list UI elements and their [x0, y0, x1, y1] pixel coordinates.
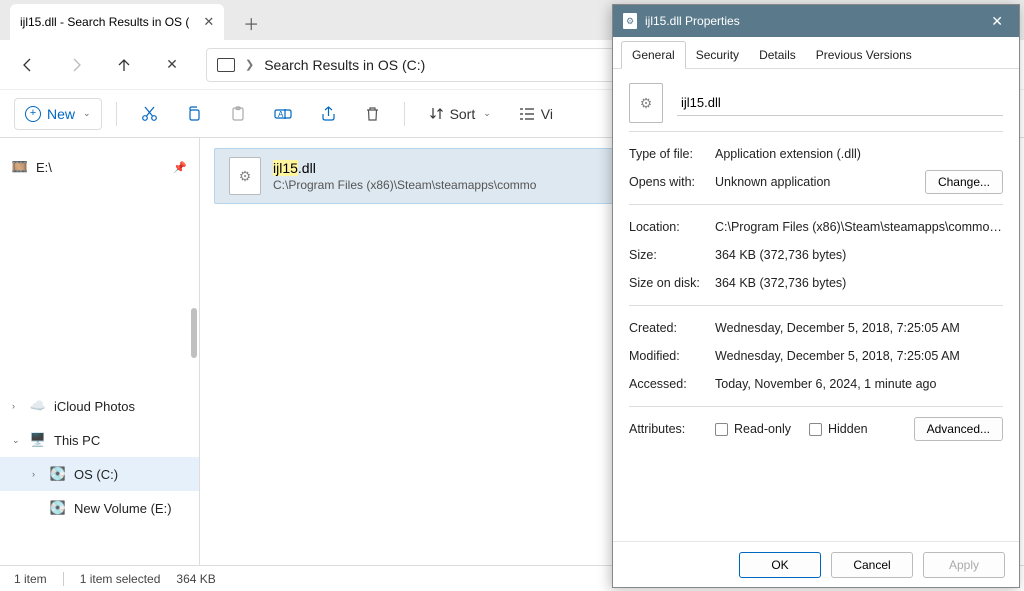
type-value: Application extension (.dll) [715, 147, 1003, 161]
modified-value: Wednesday, December 5, 2018, 7:25:05 AM [715, 349, 1003, 363]
chevron-down-icon: ⌄ [483, 108, 491, 119]
item-count: 1 item [14, 572, 47, 586]
tab-security[interactable]: Security [686, 42, 749, 68]
accessed-value: Today, November 6, 2024, 1 minute ago [715, 377, 1003, 391]
new-tab-button[interactable]: ＋ [234, 6, 268, 40]
rename-button[interactable]: A [264, 98, 302, 130]
drive-icon: 💽 [50, 500, 66, 516]
size-label: Size: [629, 248, 715, 262]
disk-value: 364 KB (372,736 bytes) [715, 276, 1003, 290]
back-button[interactable] [14, 51, 42, 79]
window-tab[interactable]: ijl15.dll - Search Results in OS ( ✕ [10, 4, 224, 40]
tab-details[interactable]: Details [749, 42, 806, 68]
created-label: Created: [629, 321, 715, 335]
view-button[interactable]: Vi [509, 98, 563, 130]
chevron-down-icon[interactable]: ⌄ [12, 435, 22, 446]
filename-input[interactable] [677, 90, 1003, 116]
cancel-nav-button[interactable]: ✕ [158, 51, 186, 79]
dialog-title: ijl15.dll Properties [645, 14, 740, 28]
type-label: Type of file: [629, 147, 715, 161]
accessed-label: Accessed: [629, 377, 715, 391]
cut-button[interactable] [131, 98, 168, 130]
readonly-checkbox[interactable]: Read-only [715, 422, 791, 436]
icloud-icon: ☁️ [30, 398, 46, 414]
attributes-label: Attributes: [629, 422, 715, 436]
svg-text:A: A [278, 110, 284, 119]
sidebar-label: iCloud Photos [54, 399, 135, 414]
properties-dialog: ⚙ ijl15.dll Properties ✕ General Securit… [612, 4, 1020, 588]
separator [404, 102, 405, 126]
video-folder-icon: 🎞️ [12, 159, 28, 175]
opens-label: Opens with: [629, 175, 715, 189]
monitor-icon [217, 58, 235, 72]
dialog-titlebar[interactable]: ⚙ ijl15.dll Properties ✕ [613, 5, 1019, 37]
file-icon: ⚙ [623, 13, 637, 29]
apply-button[interactable]: Apply [923, 552, 1005, 578]
new-button[interactable]: + New ⌄ [14, 98, 102, 130]
selection-count: 1 item selected [80, 572, 161, 586]
sidebar-label: New Volume (E:) [74, 501, 172, 516]
chevron-right-icon: ❯ [245, 58, 254, 71]
dll-file-icon: ⚙ [229, 157, 261, 195]
close-tab-icon[interactable]: ✕ [203, 14, 214, 30]
modified-label: Modified: [629, 349, 715, 363]
cancel-button[interactable]: Cancel [831, 552, 913, 578]
tab-previous-versions[interactable]: Previous Versions [806, 42, 922, 68]
created-value: Wednesday, December 5, 2018, 7:25:05 AM [715, 321, 1003, 335]
copy-button[interactable] [176, 98, 212, 130]
change-button[interactable]: Change... [925, 170, 1003, 194]
size-value: 364 KB (372,736 bytes) [715, 248, 1003, 262]
share-button[interactable] [310, 98, 347, 130]
dialog-body: ⚙ Type of file:Application extension (.d… [613, 69, 1019, 541]
chevron-down-icon: ⌄ [83, 108, 91, 119]
separator [63, 572, 64, 586]
sort-button[interactable]: Sort ⌄ [419, 98, 501, 130]
up-button[interactable] [110, 51, 138, 79]
location-value: C:\Program Files (x86)\Steam\steamapps\c… [715, 220, 1003, 234]
sidebar-item-new-volume[interactable]: › 💽 New Volume (E:) [0, 491, 199, 525]
close-button[interactable]: ✕ [985, 13, 1009, 30]
chevron-right-icon[interactable]: › [12, 401, 22, 411]
file-name: ijl15.dll [273, 160, 536, 176]
location-label: Location: [629, 220, 715, 234]
selection-size: 364 KB [176, 572, 215, 586]
file-path: C:\Program Files (x86)\Steam\steamapps\c… [273, 178, 536, 192]
delete-button[interactable] [355, 98, 390, 130]
scrollbar-thumb[interactable] [191, 308, 197, 358]
disk-label: Size on disk: [629, 276, 715, 290]
ok-button[interactable]: OK [739, 552, 821, 578]
pin-icon: 📌 [173, 161, 187, 174]
plus-circle-icon: + [25, 106, 41, 122]
navigation-pane: 🎞️ E:\ 📌 › ☁️ iCloud Photos ⌄ 🖥️ This PC… [0, 138, 200, 565]
new-label: New [47, 106, 75, 122]
sidebar-label: This PC [54, 433, 100, 448]
file-info: ijl15.dll C:\Program Files (x86)\Steam\s… [273, 160, 536, 192]
sidebar-item-os-c[interactable]: › 💽 OS (C:) [0, 457, 199, 491]
sort-label: Sort [450, 106, 476, 122]
sidebar-item-e-drive[interactable]: 🎞️ E:\ 📌 [0, 150, 199, 184]
separator [116, 102, 117, 126]
dialog-tabs: General Security Details Previous Versio… [613, 37, 1019, 69]
tab-title: ijl15.dll - Search Results in OS ( [20, 15, 189, 29]
gear-icon: ⚙ [640, 95, 653, 112]
chevron-right-icon[interactable]: › [32, 469, 42, 479]
paste-button[interactable] [220, 98, 256, 130]
sidebar-item-icloud[interactable]: › ☁️ iCloud Photos [0, 389, 199, 423]
sidebar-label: E:\ [36, 160, 52, 175]
gear-icon: ⚙ [239, 168, 252, 185]
address-bar[interactable]: ❯ Search Results in OS (C:) [206, 48, 676, 82]
forward-button[interactable] [62, 51, 90, 79]
view-label: Vi [541, 106, 553, 122]
this-pc-icon: 🖥️ [30, 432, 46, 448]
opens-value: Unknown application [715, 175, 925, 189]
sidebar-item-this-pc[interactable]: ⌄ 🖥️ This PC [0, 423, 199, 457]
address-text: Search Results in OS (C:) [264, 57, 425, 73]
drive-icon: 💽 [50, 466, 66, 482]
dll-file-icon: ⚙ [629, 83, 663, 123]
hidden-checkbox[interactable]: Hidden [809, 422, 868, 436]
tab-general[interactable]: General [621, 41, 686, 69]
dialog-footer: OK Cancel Apply [613, 541, 1019, 587]
advanced-button[interactable]: Advanced... [914, 417, 1003, 441]
sidebar-label: OS (C:) [74, 467, 118, 482]
